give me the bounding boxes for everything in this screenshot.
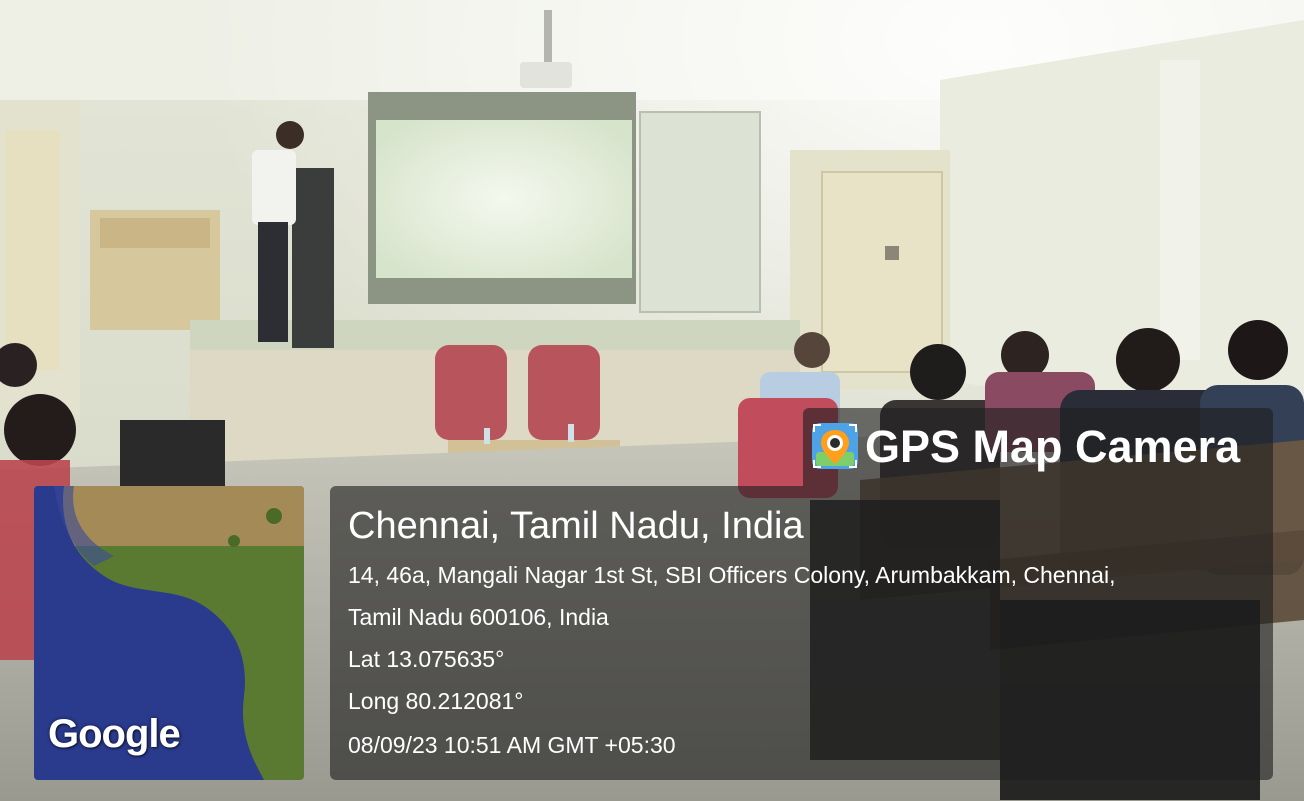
- google-logo-text: Google: [48, 712, 181, 756]
- address-line-2: Tamil Nadu 600106, India: [348, 604, 609, 630]
- location-title: Chennai, Tamil Nadu, India: [348, 505, 804, 547]
- map-thumbnail: Google: [34, 486, 304, 780]
- longitude-text: Long 80.212081°: [348, 688, 524, 714]
- address-line-1: 14, 46a, Mangali Nagar 1st St, SBI Offic…: [348, 562, 1116, 588]
- map-pin-camera-icon: [812, 423, 858, 469]
- location-info-panel: Chennai, Tamil Nadu, India 14, 46a, Mang…: [330, 486, 1273, 780]
- gps-map-camera-brand: GPS Map Camera: [803, 408, 1273, 486]
- timestamp-text: 08/09/23 10:51 AM GMT +05:30: [348, 732, 676, 758]
- latitude-text: Lat 13.075635°: [348, 646, 505, 672]
- photo-frame: Google GPS Map Camera Chennai, Tamil Nad…: [0, 0, 1304, 801]
- brand-title: GPS Map Camera: [865, 421, 1241, 472]
